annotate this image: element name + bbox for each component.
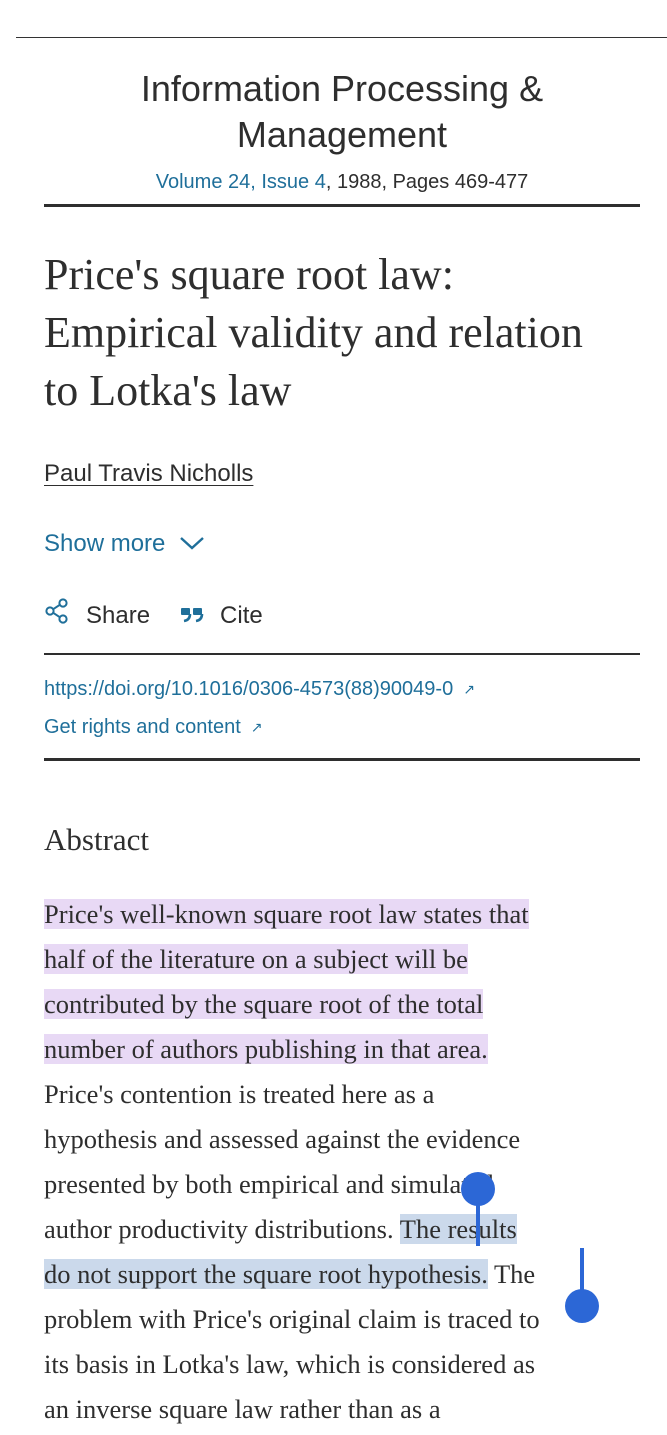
author-link[interactable]: Paul Travis Nicholls [44, 458, 253, 490]
abstract-text-segment: The [487, 1259, 536, 1289]
article-title: Price's square root law: Empirical valid… [44, 246, 644, 420]
abstract-line: Price's contention is treated here as a [44, 1079, 435, 1109]
article-title-line-1: Price's square root law: [44, 250, 454, 299]
abstract-line: author productivity distributions. The r… [44, 1207, 644, 1252]
abstract-text[interactable]: Price's well-known square root law state… [44, 892, 644, 1432]
highlighted-text: number of authors publishing in that are… [44, 1034, 488, 1064]
links-top-divider [44, 653, 640, 655]
rights-link[interactable]: Get rights and content ↗ [44, 708, 475, 746]
share-button[interactable]: Share [44, 598, 150, 633]
article-title-line-2: Empirical validity and relation [44, 308, 583, 357]
abstract-heading: Abstract [44, 822, 150, 857]
cite-label: Cite [220, 601, 263, 629]
volume-issue-link[interactable]: Volume 24, Issue 4 [156, 171, 326, 193]
journal-meta-text: , 1988, Pages 469-477 [325, 171, 529, 193]
journal-meta: Volume 24, Issue 4, 1988, Pages 469-477 [44, 168, 640, 196]
journal-title[interactable]: Information Processing & Management [44, 66, 640, 158]
abstract-text-segment: author productivity distributions. [44, 1214, 400, 1244]
article-actions: Share Cite [44, 598, 263, 633]
quote-icon [180, 600, 204, 632]
journal-title-line-1: Information Processing & [140, 68, 544, 109]
doi-link[interactable]: https://doi.org/10.1016/0306-4573(88)900… [44, 670, 475, 708]
show-more-button[interactable]: Show more [44, 528, 205, 560]
links-bottom-divider [44, 758, 640, 761]
highlighted-text: contributed by the square root of the to… [44, 989, 484, 1019]
abstract-line: contributed by the square root of the to… [44, 982, 644, 1027]
abstract-line: its basis in Lotka's law, which is consi… [44, 1349, 536, 1379]
selection-end-knob[interactable] [565, 1289, 599, 1323]
abstract-line: half of the literature on a subject will… [44, 937, 644, 982]
cite-button[interactable]: Cite [180, 600, 263, 632]
abstract-line: Price's well-known square root law state… [44, 892, 644, 937]
abstract-line: problem with Price's original claim is t… [44, 1304, 540, 1334]
show-more-label: Show more [44, 530, 166, 557]
abstract-line: do not support the square root hypothesi… [44, 1252, 644, 1297]
abstract-line: presented by both empirical and simulate… [44, 1169, 494, 1199]
external-link-icon: ↗ [250, 719, 263, 735]
header-divider [44, 204, 640, 207]
selection-start-knob[interactable] [461, 1172, 495, 1206]
selected-text: do not support the square root hypothesi… [44, 1259, 488, 1289]
doi-link-text: https://doi.org/10.1016/0306-4573(88)900… [44, 678, 454, 700]
top-divider [16, 37, 667, 38]
highlighted-text: half of the literature on a subject will… [44, 944, 468, 974]
share-icon [44, 598, 70, 633]
share-label: Share [86, 601, 151, 629]
article-links: https://doi.org/10.1016/0306-4573(88)900… [44, 670, 475, 746]
chevron-down-icon [179, 528, 205, 560]
external-link-icon: ↗ [463, 681, 475, 697]
selected-text: The results [399, 1214, 517, 1244]
abstract-line: number of authors publishing in that are… [44, 1027, 644, 1072]
abstract-line: hypothesis and assessed against the evid… [44, 1124, 521, 1154]
rights-link-text: Get rights and content [44, 716, 241, 738]
abstract-line: an inverse square law rather than as a [44, 1394, 441, 1424]
highlighted-text: Price's well-known square root law state… [44, 899, 529, 929]
article-title-line-3: to Lotka's law [44, 366, 292, 415]
journal-title-line-2: Management [236, 114, 448, 155]
